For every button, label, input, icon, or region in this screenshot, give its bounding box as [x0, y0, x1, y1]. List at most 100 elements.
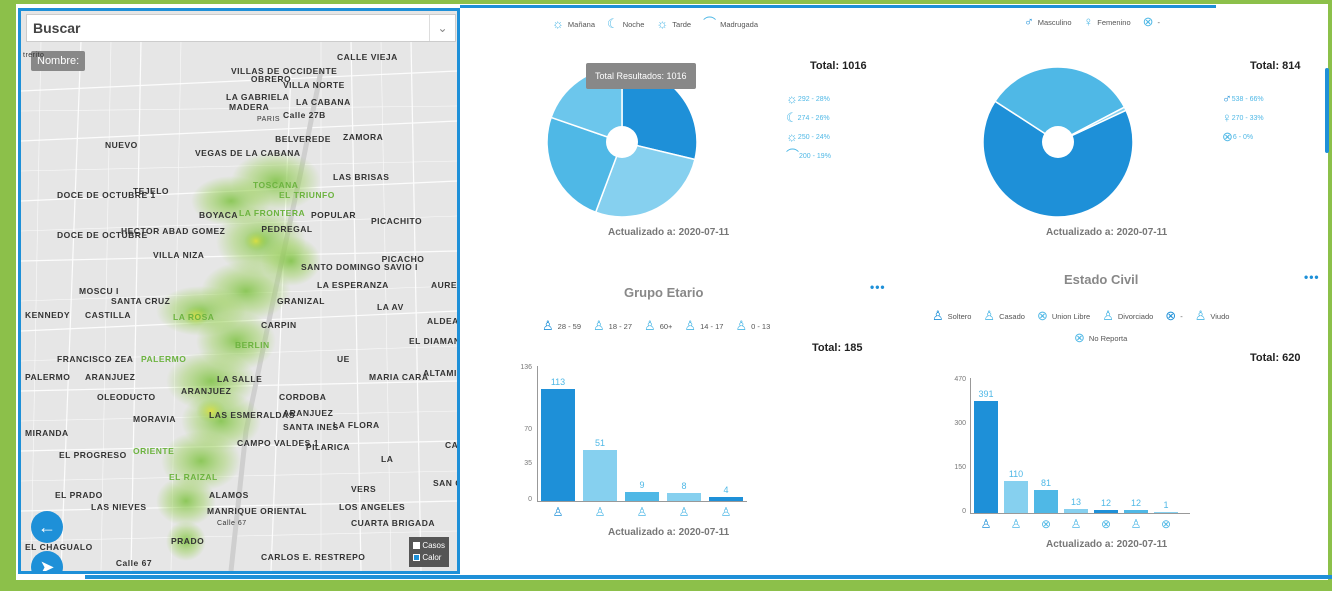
map-label: LA	[381, 454, 394, 464]
category-icon: ♙	[552, 505, 564, 519]
legend-label[interactable]: Union Libre	[1052, 312, 1090, 321]
legend-label[interactable]: Viudo	[1210, 312, 1229, 321]
civil-updated: Actualizado a: 2020-07-11	[1046, 539, 1168, 550]
map-label: LA FRONTERA	[239, 208, 306, 218]
legend-label[interactable]: No Reporta	[1089, 334, 1127, 343]
bar[interactable]	[1094, 509, 1118, 513]
map-label: PICACHITO	[371, 216, 423, 226]
bar[interactable]	[1004, 481, 1028, 513]
casos-toggle[interactable]: Casos	[413, 540, 445, 552]
search-dropdown[interactable]: Buscar ⌄	[26, 14, 456, 42]
heat-map-panel[interactable]: Buscar ⌄ Nombre: trerito CALLE VIEJA VIL…	[18, 8, 460, 574]
bar[interactable]	[974, 400, 998, 513]
map-label: TOSCANA	[253, 180, 299, 190]
genero-pie[interactable]	[982, 66, 1134, 218]
etario-legend: ♙ 28 - 59 ♙ 18 - 27 ♙ 60+ ♙ 14 - 17 ♙ 0 - 13	[542, 319, 778, 332]
legend-label[interactable]: Noche	[623, 20, 645, 29]
legend-label[interactable]: Soltero	[948, 312, 972, 321]
legend-label[interactable]: 0 - 13	[751, 322, 770, 331]
dawn-icon[interactable]: ⌒	[703, 17, 716, 30]
bar[interactable]	[541, 388, 575, 501]
bar[interactable]	[1034, 489, 1058, 513]
jornada-legend: ☼ Mañana ☾ Noche ☼ Tarde ⌒ Madrugada	[552, 17, 766, 30]
map-label: EL DIAMANTE	[409, 336, 460, 346]
map-label: HECTOR ABAD GOMEZ	[121, 226, 226, 236]
bottom-divider	[85, 575, 1332, 579]
legend-label[interactable]: 60+	[660, 322, 673, 331]
bar[interactable]	[709, 497, 743, 501]
category-icon: ♙	[1130, 517, 1142, 531]
y-tick: 300	[954, 420, 966, 427]
map-label: Calle 67	[115, 558, 153, 568]
legend-label[interactable]: Femenino	[1097, 18, 1130, 27]
map-label: UE	[337, 354, 350, 364]
map-label: PEDREGAL	[261, 224, 313, 234]
map-label: CASTILLA	[85, 310, 132, 320]
x-axis	[970, 513, 1190, 514]
child-icon[interactable]: ♙	[735, 319, 747, 332]
sunset-icon[interactable]: ☼	[656, 17, 668, 30]
sun-icon[interactable]: ☼	[552, 17, 564, 30]
unknown-icon[interactable]: ⊗	[1165, 309, 1176, 322]
calor-label: Calor	[422, 553, 442, 562]
moon-icon[interactable]: ☾	[607, 17, 619, 30]
divorced-icon[interactable]: ♙	[1102, 309, 1114, 322]
category-icon: ♙	[594, 505, 606, 519]
back-arrow-icon[interactable]: ←	[31, 511, 63, 543]
map-label: POPULAR	[311, 210, 357, 220]
elder-icon[interactable]: ♙	[644, 319, 656, 332]
pie-hole	[1042, 126, 1074, 158]
layer-toggle[interactable]: Casos Calor	[409, 537, 449, 567]
legend-label[interactable]: Madrugada	[720, 20, 758, 29]
map-label: PILARICA	[305, 442, 351, 452]
sunset-icon: ☼	[786, 129, 798, 144]
union-icon[interactable]: ⊗	[1037, 309, 1048, 322]
legend-label[interactable]: Mañana	[568, 20, 595, 29]
legend-label[interactable]: Tarde	[672, 20, 691, 29]
chevron-down-icon[interactable]: ⌄	[429, 15, 455, 41]
map-label: CARLOS E. RESTREPO	[261, 552, 366, 562]
map-label: MOSCU I	[79, 286, 119, 296]
adult-icon[interactable]: ♙	[542, 319, 554, 332]
checkbox-icon[interactable]	[413, 542, 421, 549]
married-icon[interactable]: ♙	[983, 309, 995, 322]
single-icon[interactable]: ♙	[932, 309, 944, 322]
legend-label[interactable]: Masculino	[1038, 18, 1072, 27]
bar[interactable]	[1124, 509, 1148, 513]
widowed-icon[interactable]: ♙	[1195, 309, 1207, 322]
legend-label[interactable]: -	[1180, 312, 1183, 321]
civil-menu-icon[interactable]: •••	[1304, 270, 1320, 284]
map-label: GRANIZAL	[277, 296, 325, 306]
legend-label[interactable]: 18 - 27	[609, 322, 632, 331]
checkbox-checked-icon[interactable]	[413, 554, 421, 561]
calor-toggle[interactable]: Calor	[413, 552, 445, 564]
bar[interactable]	[583, 450, 617, 501]
young-icon[interactable]: ♙	[593, 319, 605, 332]
legend-label[interactable]: -	[1158, 18, 1161, 27]
female-icon[interactable]: ♀	[1084, 15, 1094, 28]
map-label: EL PRADO	[55, 490, 103, 500]
bar[interactable]	[667, 493, 701, 501]
etario-menu-icon[interactable]: •••	[870, 280, 886, 294]
legend-label[interactable]: 14 - 17	[700, 322, 723, 331]
legend-label[interactable]: 28 - 59	[558, 322, 581, 331]
map-label: OLEODUCTO	[97, 392, 156, 402]
no-report-icon[interactable]: ⊗	[1074, 331, 1085, 344]
jornada-total: Total: 1016	[810, 60, 867, 72]
map-label: FRANCISCO ZEA	[57, 354, 134, 364]
scrollbar[interactable]	[1325, 68, 1329, 153]
map-label: AURES II	[431, 280, 458, 290]
bar[interactable]	[625, 492, 659, 501]
map-label: EL RAIZAL	[169, 472, 218, 482]
bar[interactable]	[1154, 512, 1178, 513]
bar[interactable]	[1064, 509, 1088, 513]
legend-label[interactable]: Divorciado	[1118, 312, 1153, 321]
unknown-icon[interactable]: ⊗	[1143, 15, 1154, 28]
jornada-tooltip: Total Resultados: 1016	[586, 63, 696, 89]
map-label: PICACHO	[381, 254, 425, 264]
male-icon[interactable]: ♂	[1024, 15, 1034, 28]
teen-icon[interactable]: ♙	[684, 319, 696, 332]
sun-icon: ☼	[786, 91, 798, 106]
legend-label[interactable]: Casado	[999, 312, 1025, 321]
moon-icon: ☾	[786, 110, 798, 125]
